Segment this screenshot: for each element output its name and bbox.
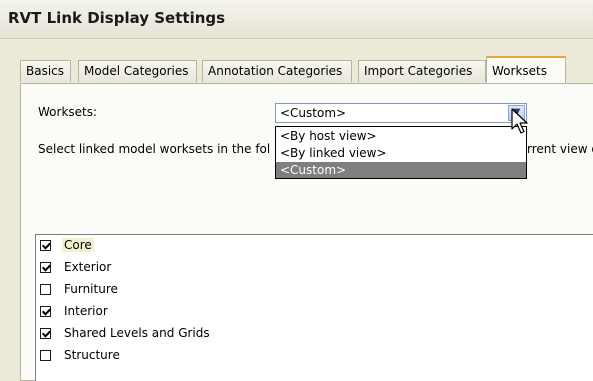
mouse-pointer-icon	[511, 108, 528, 134]
worksets-combo[interactable]: <Custom> ▼	[275, 103, 527, 123]
option-by-linked-view[interactable]: <By linked view>	[276, 145, 526, 161]
workset-item-core[interactable]: Core	[40, 237, 540, 255]
title-bar[interactable]: RVT Link Display Settings	[0, 0, 593, 39]
worksets-label: Worksets:	[38, 105, 98, 119]
workset-label: Shared Levels and Grids	[64, 326, 210, 340]
worksets-dropdown-list: <By host view> <By linked view> <Custom>	[275, 126, 527, 179]
dialog-title: RVT Link Display Settings	[8, 9, 226, 27]
workset-item-interior[interactable]: Interior	[40, 303, 540, 321]
checkbox-unchecked-icon[interactable]	[40, 284, 51, 295]
workset-item-exterior[interactable]: Exterior	[40, 259, 540, 277]
checkbox-checked-icon[interactable]	[40, 306, 51, 317]
checkbox-unchecked-icon[interactable]	[40, 350, 51, 361]
workset-label: Structure	[64, 348, 120, 362]
tab-model-categories[interactable]: Model Categories	[78, 60, 197, 82]
option-custom[interactable]: <Custom>	[276, 162, 526, 178]
worksets-checklist[interactable]: Core Exterior Furniture Interior Shared …	[35, 234, 593, 381]
tab-strip: Basics Model Categories Annotation Categ…	[20, 56, 593, 84]
workset-label: Exterior	[64, 260, 112, 274]
checkbox-checked-icon[interactable]	[40, 240, 51, 251]
tab-basics[interactable]: Basics	[20, 60, 71, 82]
workset-label: Interior	[64, 304, 108, 318]
dialog-window: RVT Link Display Settings Basics Model C…	[0, 0, 593, 381]
tab-annotation-categories[interactable]: Annotation Categories	[202, 60, 352, 82]
instruction-text: Select linked model worksets in the fol	[38, 142, 271, 156]
tab-worksets[interactable]: Worksets	[486, 56, 566, 83]
tab-import-categories[interactable]: Import Categories	[358, 60, 486, 82]
checkbox-checked-icon[interactable]	[40, 262, 51, 273]
workset-item-structure[interactable]: Structure	[40, 347, 540, 365]
workset-label: Core	[62, 238, 94, 252]
workset-item-shared-levels-and-grids[interactable]: Shared Levels and Grids	[40, 325, 540, 343]
option-by-host-view[interactable]: <By host view>	[276, 128, 526, 144]
worksets-combo-value: <Custom>	[280, 106, 347, 120]
workset-item-furniture[interactable]: Furniture	[40, 281, 540, 299]
workset-label: Furniture	[64, 282, 118, 296]
checkbox-checked-icon[interactable]	[40, 328, 51, 339]
instruction-text-continued: rrent view d	[527, 142, 593, 156]
